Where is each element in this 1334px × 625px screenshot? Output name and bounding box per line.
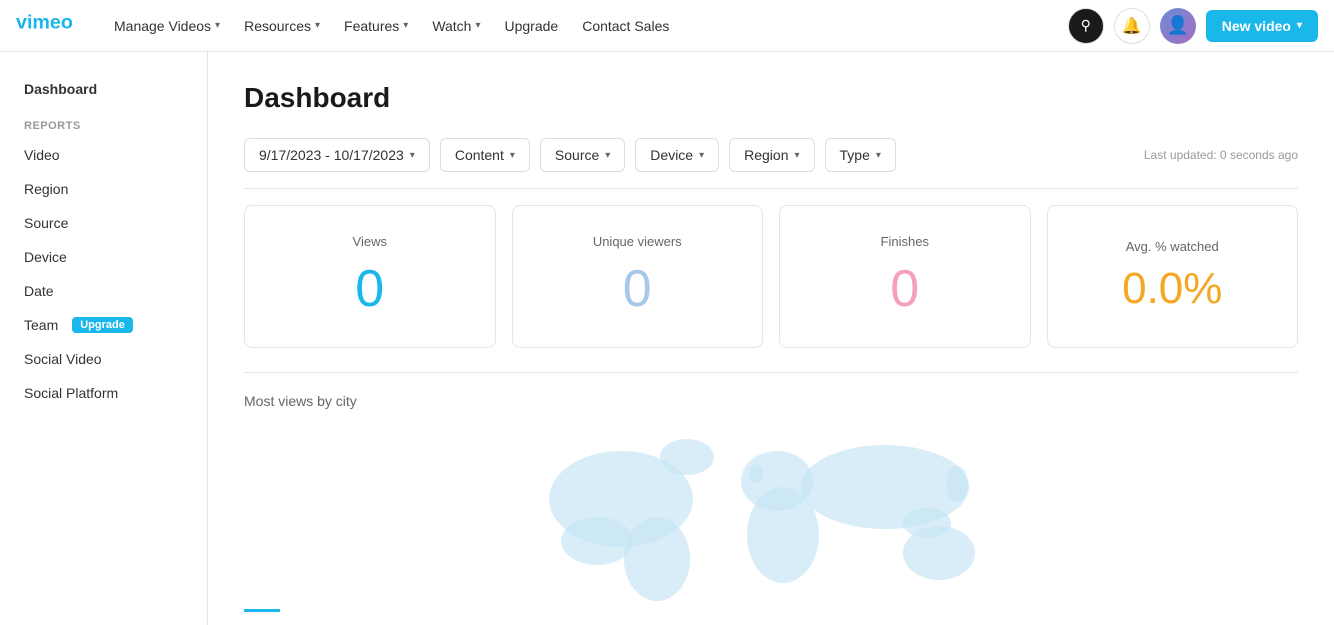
- stat-label-finishes: Finishes: [881, 234, 929, 249]
- map-section: Most views by city: [244, 372, 1298, 612]
- stat-label-avg-watched: Avg. % watched: [1126, 239, 1219, 254]
- sidebar-item-device[interactable]: Device: [0, 240, 207, 274]
- chevron-down-icon: ▾: [876, 150, 881, 161]
- map-container: [244, 421, 1298, 601]
- svg-text:vimeo: vimeo: [16, 12, 73, 34]
- chevron-down-icon: ▾: [475, 20, 480, 31]
- source-filter[interactable]: Source ▾: [540, 138, 625, 172]
- date-range-filter[interactable]: 9/17/2023 - 10/17/2023 ▾: [244, 138, 430, 172]
- stat-card-unique-viewers: Unique viewers 0: [512, 205, 764, 348]
- nav-right-actions: ⚲ 🔔 👤 New video ▾: [1068, 8, 1318, 44]
- chevron-down-icon: ▾: [605, 150, 610, 161]
- chevron-down-icon: ▾: [699, 150, 704, 161]
- top-navigation: vimeo Manage Videos ▾ Resources ▾ Featur…: [0, 0, 1334, 52]
- stat-label-views: Views: [353, 234, 387, 249]
- filters-bar: 9/17/2023 - 10/17/2023 ▾ Content ▾ Sourc…: [244, 138, 1298, 172]
- stat-card-finishes: Finishes 0: [779, 205, 1031, 348]
- world-map-svg: [244, 421, 1298, 601]
- chevron-down-icon: ▾: [795, 150, 800, 161]
- notifications-button[interactable]: 🔔: [1114, 8, 1150, 44]
- sidebar-item-date[interactable]: Date: [0, 274, 207, 308]
- map-underline: [244, 609, 280, 612]
- main-layout: Dashboard REPORTS Video Region Source De…: [0, 52, 1334, 625]
- chevron-down-icon: ▾: [403, 20, 408, 31]
- nav-manage-videos[interactable]: Manage Videos ▾: [104, 12, 230, 40]
- page-title: Dashboard: [244, 82, 1298, 114]
- chevron-down-icon: ▾: [215, 20, 220, 31]
- content-filter[interactable]: Content ▾: [440, 138, 530, 172]
- nav-resources[interactable]: Resources ▾: [234, 12, 330, 40]
- nav-contact-sales[interactable]: Contact Sales: [572, 12, 679, 40]
- type-filter[interactable]: Type ▾: [825, 138, 896, 172]
- stat-label-unique-viewers: Unique viewers: [593, 234, 682, 249]
- vimeo-logo[interactable]: vimeo: [16, 12, 88, 39]
- sidebar-item-dashboard[interactable]: Dashboard: [0, 72, 207, 106]
- divider: [244, 188, 1298, 189]
- stat-value-avg-watched: 0.0%: [1122, 264, 1222, 314]
- search-icon: ⚲: [1081, 17, 1091, 34]
- new-video-button[interactable]: New video ▾: [1206, 10, 1318, 42]
- map-label: Most views by city: [244, 393, 1298, 409]
- chevron-down-icon: ▾: [1297, 20, 1302, 31]
- nav-features[interactable]: Features ▾: [334, 12, 418, 40]
- nav-watch[interactable]: Watch ▾: [422, 12, 490, 40]
- sidebar-item-source[interactable]: Source: [0, 206, 207, 240]
- sidebar-item-social-platform[interactable]: Social Platform: [0, 376, 207, 410]
- region-filter[interactable]: Region ▾: [729, 138, 814, 172]
- avatar[interactable]: 👤: [1160, 8, 1196, 44]
- sidebar-item-team[interactable]: Team Upgrade: [0, 308, 207, 342]
- stat-value-unique-viewers: 0: [623, 259, 652, 319]
- sidebar-item-video[interactable]: Video: [0, 138, 207, 172]
- stat-value-views: 0: [355, 259, 384, 319]
- device-filter[interactable]: Device ▾: [635, 138, 719, 172]
- stat-card-views: Views 0: [244, 205, 496, 348]
- sidebar: Dashboard REPORTS Video Region Source De…: [0, 52, 208, 625]
- sidebar-item-social-video[interactable]: Social Video: [0, 342, 207, 376]
- stat-card-avg-watched: Avg. % watched 0.0%: [1047, 205, 1299, 348]
- bell-icon: 🔔: [1122, 16, 1142, 36]
- chevron-down-icon: ▾: [510, 150, 515, 161]
- chevron-down-icon: ▾: [315, 20, 320, 31]
- stats-row: Views 0 Unique viewers 0 Finishes 0 Avg.…: [244, 205, 1298, 348]
- sidebar-section-reports: REPORTS: [0, 106, 207, 138]
- stat-value-finishes: 0: [890, 259, 919, 319]
- upgrade-badge[interactable]: Upgrade: [72, 317, 133, 333]
- last-updated-text: Last updated: 0 seconds ago: [1144, 148, 1298, 162]
- nav-upgrade[interactable]: Upgrade: [495, 12, 569, 40]
- chevron-down-icon: ▾: [410, 150, 415, 161]
- search-button[interactable]: ⚲: [1068, 8, 1104, 44]
- sidebar-item-region[interactable]: Region: [0, 172, 207, 206]
- main-content: Dashboard 9/17/2023 - 10/17/2023 ▾ Conte…: [208, 52, 1334, 625]
